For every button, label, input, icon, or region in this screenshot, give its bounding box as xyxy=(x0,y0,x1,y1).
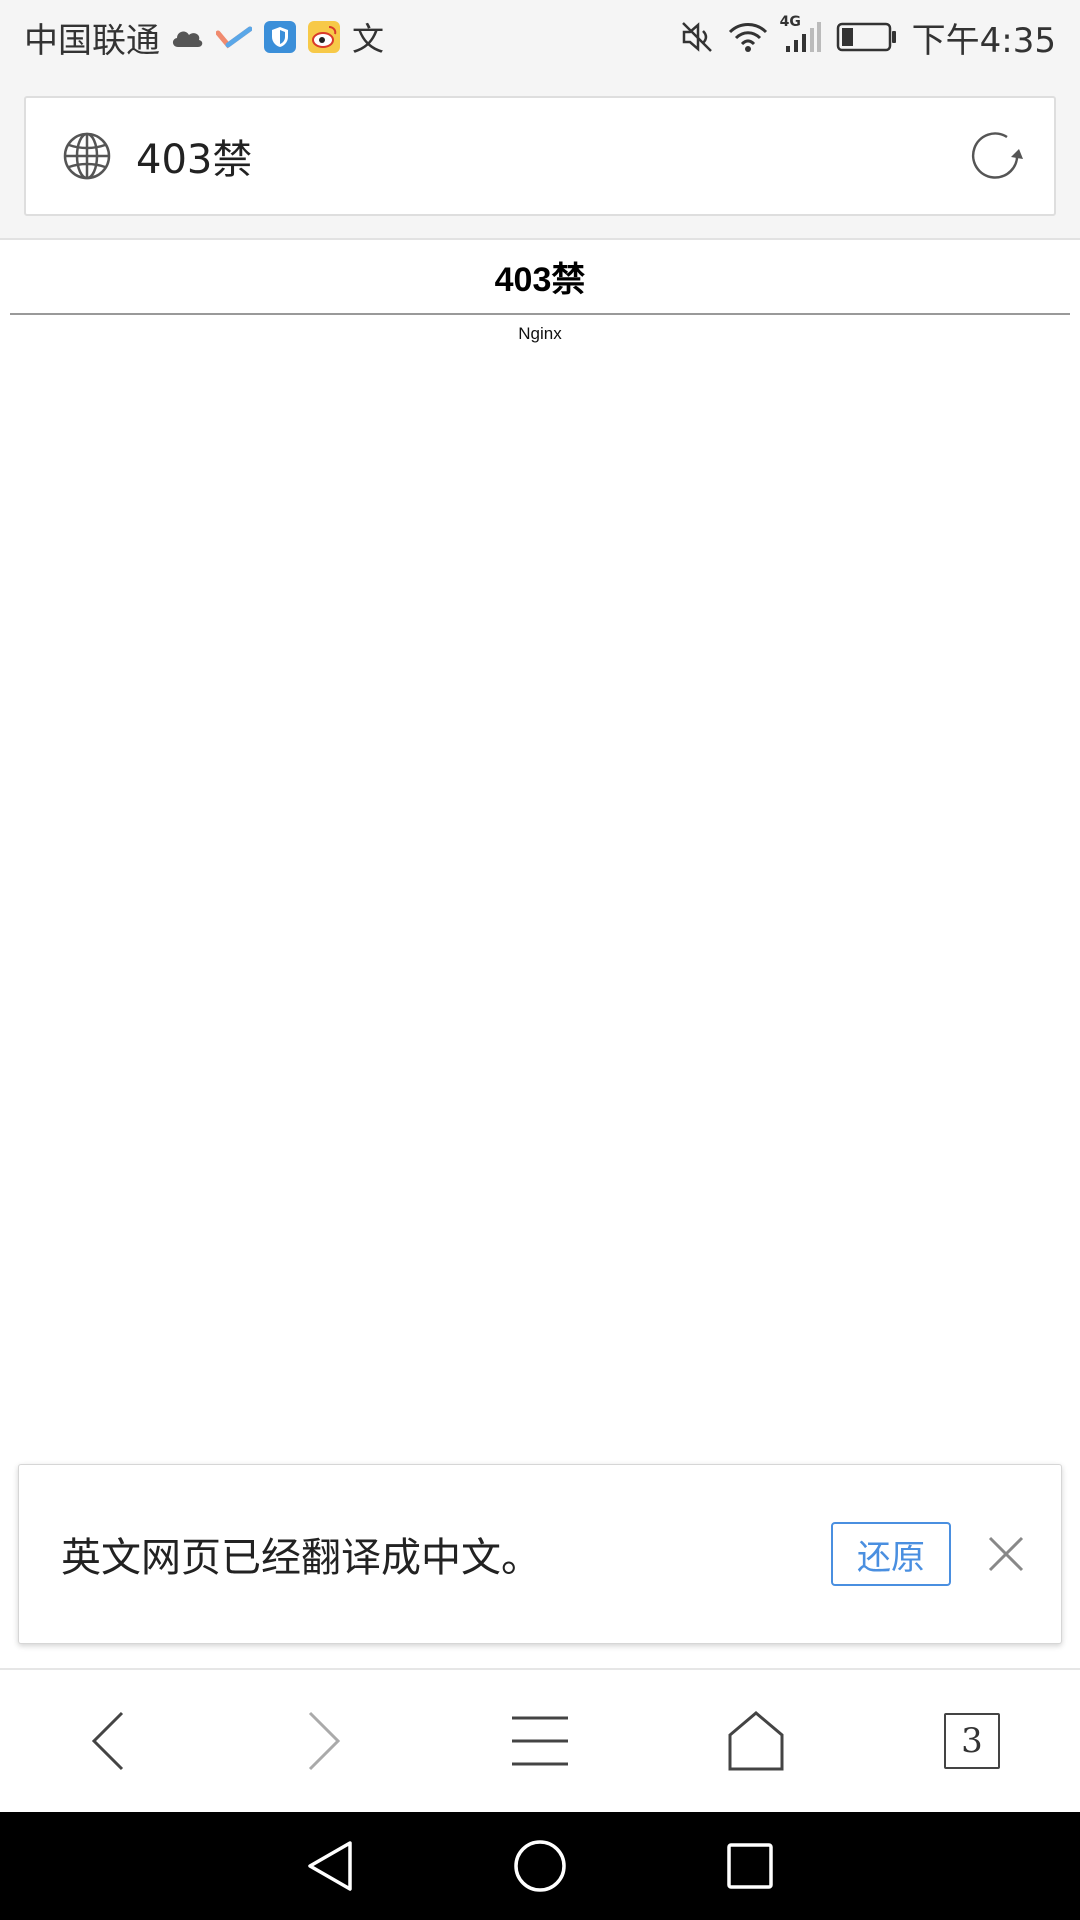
page-title-in-address-bar[interactable]: 403禁 xyxy=(136,127,966,185)
network-type-label: 4G xyxy=(779,14,801,30)
home-button[interactable] xyxy=(716,1701,796,1781)
android-navigation-bar xyxy=(0,1812,1080,1920)
tabs-icon: 3 xyxy=(944,1713,1000,1769)
system-recents-icon xyxy=(727,1843,773,1889)
close-banner-button[interactable] xyxy=(981,1529,1031,1579)
system-home-icon xyxy=(514,1840,566,1892)
mute-icon xyxy=(680,20,714,54)
page-heading: 403禁 xyxy=(494,260,586,299)
globe-icon xyxy=(63,132,111,180)
system-recents-button[interactable] xyxy=(720,1836,780,1896)
restore-original-button[interactable]: 还原 xyxy=(831,1522,951,1586)
status-bar: 中国联通 文 4G 下午4:35 xyxy=(0,0,1080,74)
forward-icon xyxy=(308,1711,341,1771)
shield-app-icon xyxy=(264,21,296,53)
app-check-icon xyxy=(216,25,252,49)
translation-banner: 英文网页已经翻译成中文。 还原 xyxy=(18,1464,1062,1644)
clock-time: 下午4:35 xyxy=(911,20,1056,61)
forward-button[interactable] xyxy=(284,1701,364,1781)
system-home-button[interactable] xyxy=(510,1836,570,1896)
cloud-icon xyxy=(170,25,204,49)
server-signature: Nginx xyxy=(518,324,562,343)
home-icon xyxy=(728,1711,784,1771)
status-left: 中国联通 文 xyxy=(24,0,396,74)
back-button[interactable] xyxy=(68,1701,148,1781)
back-icon xyxy=(91,1711,124,1771)
system-back-button[interactable] xyxy=(300,1836,360,1896)
web-content: 403禁 Nginx xyxy=(0,240,1080,1668)
browser-screen: 中国联通 文 4G 下午4:35 403禁 403禁 Nginx 英文网页已经翻… xyxy=(0,0,1080,1920)
weibo-icon xyxy=(308,21,340,53)
translate-char-icon: 文 xyxy=(352,20,385,58)
browser-toolbar: 403禁 xyxy=(0,74,1080,240)
browser-bottom-bar: 3 xyxy=(0,1668,1080,1812)
status-right: 4G 下午4:35 xyxy=(680,0,1056,74)
carrier-name: 中国联通 xyxy=(24,20,160,61)
reload-button[interactable] xyxy=(966,126,1026,186)
translation-message: 英文网页已经翻译成中文。 xyxy=(61,1535,541,1581)
close-icon xyxy=(988,1536,1024,1572)
divider xyxy=(10,313,1070,315)
address-bar[interactable]: 403禁 xyxy=(24,96,1056,216)
menu-icon xyxy=(512,1716,568,1766)
reload-icon xyxy=(971,132,1023,179)
battery-icon xyxy=(836,22,898,52)
system-back-icon xyxy=(308,1841,352,1891)
wifi-icon xyxy=(728,20,768,54)
tabs-button[interactable]: 3 xyxy=(932,1701,1012,1781)
menu-button[interactable] xyxy=(500,1701,580,1781)
signal-icon: 4G xyxy=(780,14,822,54)
